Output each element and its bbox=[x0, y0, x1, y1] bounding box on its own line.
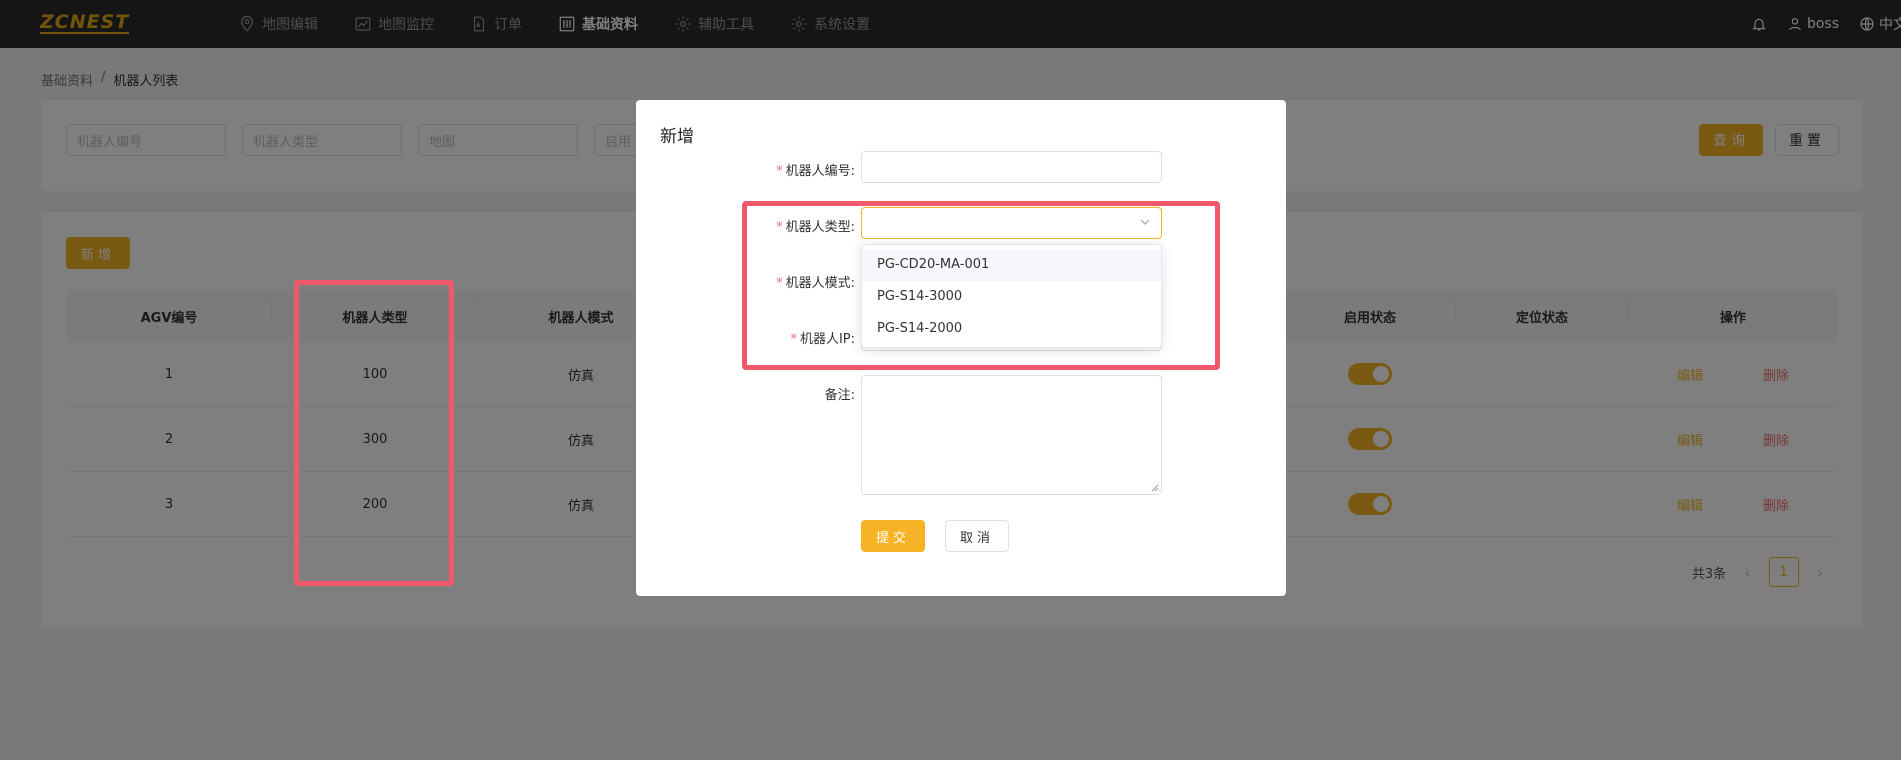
dropdown-option[interactable]: PG-CD20-MA-001 bbox=[862, 249, 1161, 281]
resize-handle-icon[interactable] bbox=[1151, 484, 1159, 492]
add-robot-dialog: 新增 * 机器人编号: * 机器人类型: * 机器人模式: * 机器人IP: 备注: 提… bbox=[636, 100, 1286, 596]
robot-type-dropdown: PG-CD20-MA-001 PG-S14-3000 PG-S14-2000 bbox=[861, 244, 1162, 348]
submit-button[interactable]: 提交 bbox=[861, 520, 925, 552]
dropdown-option[interactable]: PG-S14-2000 bbox=[862, 313, 1161, 345]
dropdown-option[interactable]: PG-S14-3000 bbox=[862, 281, 1161, 313]
remark-textarea[interactable] bbox=[861, 375, 1162, 495]
cancel-button[interactable]: 取消 bbox=[945, 520, 1009, 552]
robot-no-label: * 机器人编号: bbox=[776, 164, 855, 179]
chevron-down-icon bbox=[1140, 219, 1150, 225]
remark-label: 备注: bbox=[824, 388, 855, 403]
dialog-title: 新增 bbox=[660, 127, 694, 147]
robot-type-select[interactable] bbox=[861, 207, 1162, 239]
robot-ip-label: * 机器人IP: bbox=[790, 332, 855, 347]
robot-no-input[interactable] bbox=[861, 151, 1162, 183]
robot-mode-label: * 机器人模式: bbox=[776, 276, 855, 291]
robot-type-label: * 机器人类型: bbox=[776, 220, 855, 235]
